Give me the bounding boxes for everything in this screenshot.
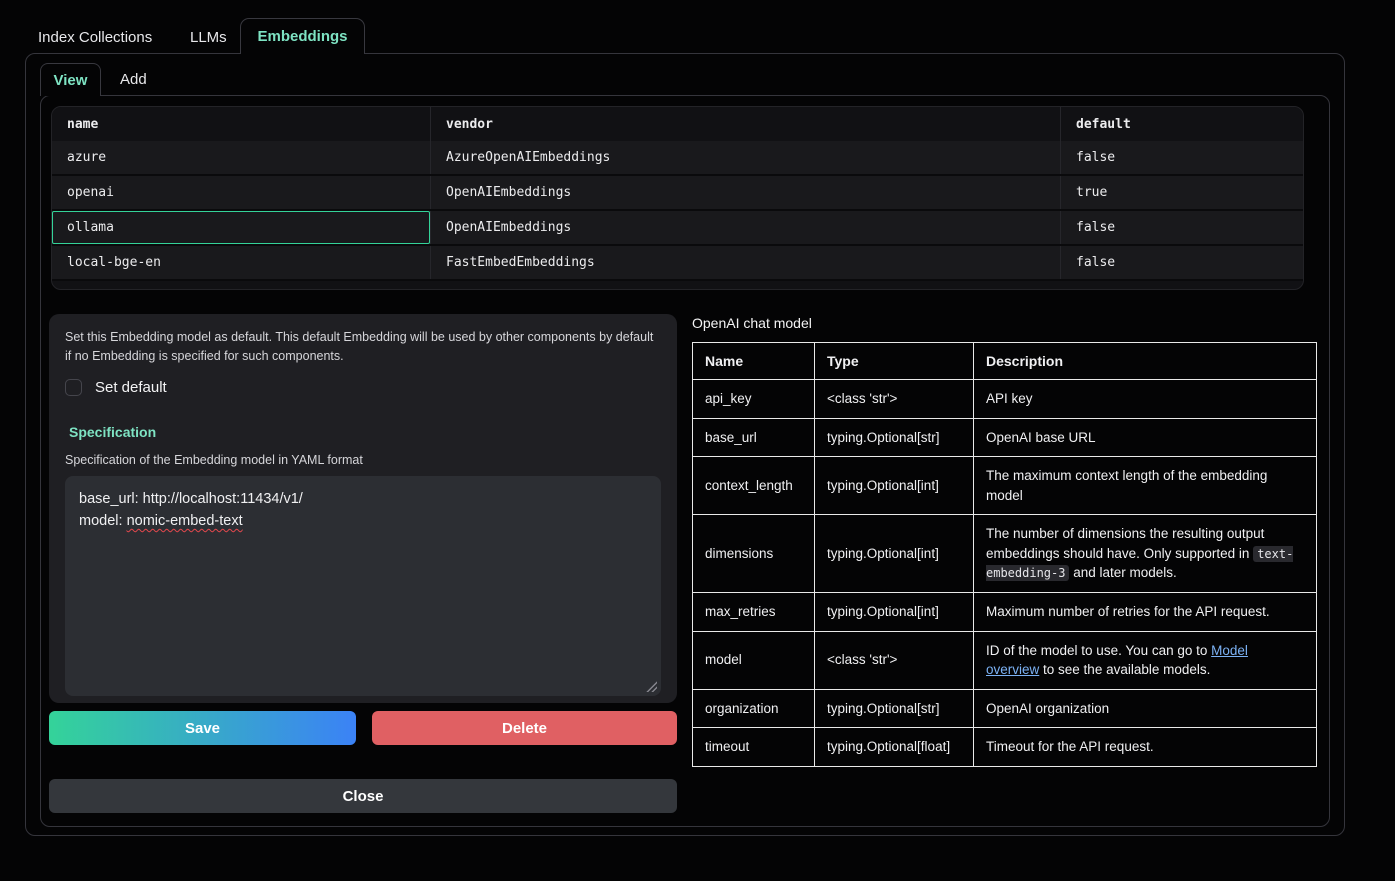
cell-default: false — [1060, 246, 1303, 279]
doc-table-container: NameTypeDescription api_key<class 'str'>… — [692, 342, 1317, 767]
doc-cell-description: ID of the model to use. You can go to Mo… — [974, 631, 1317, 689]
misspelled-word: nomic-embed-text — [127, 513, 243, 529]
subtab-view-label: View — [54, 72, 88, 89]
doc-panel-title: OpenAI chat model — [692, 315, 812, 331]
yaml-editor[interactable]: base_url: http://localhost:11434/v1/ mod… — [65, 476, 661, 696]
embeddings-settings-page: { "tabs": { "items": [ { "label": "Index… — [0, 0, 1395, 881]
doc-cell-type: typing.Optional[float] — [815, 728, 974, 767]
inline-code: text-embedding-3 — [986, 546, 1293, 582]
cell-vendor: OpenAIEmbeddings — [430, 176, 1060, 209]
column-header-default: default — [1060, 107, 1303, 141]
table-row-local-bge-en[interactable]: local-bge-enFastEmbedEmbeddingsfalse — [52, 246, 1303, 281]
doc-column-header-description: Description — [974, 343, 1317, 380]
doc-cell-type: typing.Optional[int] — [815, 457, 974, 515]
set-default-label: Set default — [95, 379, 167, 396]
doc-cell-description: Timeout for the API request. — [974, 728, 1317, 767]
doc-row-model: model<class 'str'>ID of the model to use… — [693, 631, 1317, 689]
embeddings-table-header-row: namevendordefault — [52, 107, 1303, 141]
specification-heading: Specification — [69, 424, 661, 440]
doc-cell-type: typing.Optional[int] — [815, 515, 974, 593]
doc-cell-description: OpenAI organization — [974, 689, 1317, 728]
set-default-checkbox[interactable] — [65, 379, 82, 396]
tab-embeddings-label: Embeddings — [257, 28, 347, 45]
doc-cell-name: context_length — [693, 457, 815, 515]
cell-default: false — [1060, 141, 1303, 174]
yaml-line-2: model: nomic-embed-text — [79, 510, 647, 532]
set-default-row[interactable]: Set default — [65, 379, 661, 396]
yaml-line-1: base_url: http://localhost:11434/v1/ — [79, 488, 647, 510]
doc-cell-name: base_url — [693, 418, 815, 457]
doc-cell-type: <class 'str'> — [815, 631, 974, 689]
doc-cell-description: The maximum context length of the embedd… — [974, 457, 1317, 515]
doc-row-organization: organizationtyping.Optional[str]OpenAI o… — [693, 689, 1317, 728]
cell-vendor: AzureOpenAIEmbeddings — [430, 141, 1060, 174]
specification-help-text: Specification of the Embedding model in … — [65, 453, 661, 467]
doc-cell-name: timeout — [693, 728, 815, 767]
doc-cell-name: model — [693, 631, 815, 689]
column-header-vendor: vendor — [430, 107, 1060, 141]
textarea-resize-handle[interactable] — [646, 681, 657, 692]
doc-cell-type: <class 'str'> — [815, 380, 974, 419]
set-default-description: Set this Embedding model as default. Thi… — [65, 328, 661, 367]
cell-name: local-bge-en — [52, 246, 430, 279]
doc-cell-name: organization — [693, 689, 815, 728]
doc-row-max_retries: max_retriestyping.Optional[int]Maximum n… — [693, 592, 1317, 631]
doc-row-timeout: timeouttyping.Optional[float]Timeout for… — [693, 728, 1317, 767]
doc-cell-description: Maximum number of retries for the API re… — [974, 592, 1317, 631]
doc-column-header-type: Type — [815, 343, 974, 380]
doc-cell-type: typing.Optional[str] — [815, 689, 974, 728]
cell-vendor: OpenAIEmbeddings — [430, 211, 1060, 244]
subtab-view[interactable]: View — [40, 63, 101, 96]
doc-row-api_key: api_key<class 'str'>API key — [693, 380, 1317, 419]
tab-index-collections[interactable]: Index Collections — [38, 29, 152, 46]
tab-llms[interactable]: LLMs — [190, 29, 227, 46]
doc-column-header-name: Name — [693, 343, 815, 380]
model-overview-link[interactable]: Model overview — [986, 643, 1248, 678]
doc-cell-description: OpenAI base URL — [974, 418, 1317, 457]
close-button[interactable]: Close — [49, 779, 677, 813]
delete-button[interactable]: Delete — [372, 711, 677, 745]
doc-cell-name: max_retries — [693, 592, 815, 631]
doc-cell-type: typing.Optional[int] — [815, 592, 974, 631]
table-row-openai[interactable]: openaiOpenAIEmbeddingstrue — [52, 176, 1303, 211]
table-row-azure[interactable]: azureAzureOpenAIEmbeddingsfalse — [52, 141, 1303, 176]
embedding-detail-card: Set this Embedding model as default. Thi… — [49, 314, 677, 703]
tab-embeddings[interactable]: Embeddings — [240, 18, 365, 54]
table-row-ollama[interactable]: ollamaOpenAIEmbeddingsfalse — [52, 211, 1303, 246]
doc-row-context_length: context_lengthtyping.Optional[int]The ma… — [693, 457, 1317, 515]
cell-name: ollama — [52, 211, 430, 244]
cell-default: false — [1060, 211, 1303, 244]
doc-cell-name: dimensions — [693, 515, 815, 593]
embeddings-table: namevendordefaultazureAzureOpenAIEmbeddi… — [51, 106, 1304, 290]
save-button[interactable]: Save — [49, 711, 356, 745]
cell-vendor: FastEmbedEmbeddings — [430, 246, 1060, 279]
doc-cell-description: The number of dimensions the resulting o… — [974, 515, 1317, 593]
column-header-name: name — [52, 107, 430, 141]
doc-row-base_url: base_urltyping.Optional[str]OpenAI base … — [693, 418, 1317, 457]
doc-cell-type: typing.Optional[str] — [815, 418, 974, 457]
doc-cell-name: api_key — [693, 380, 815, 419]
subtab-add[interactable]: Add — [120, 71, 147, 88]
cell-default: true — [1060, 176, 1303, 209]
doc-cell-description: API key — [974, 380, 1317, 419]
doc-table: NameTypeDescription api_key<class 'str'>… — [692, 342, 1317, 767]
cell-name: azure — [52, 141, 430, 174]
cell-name: openai — [52, 176, 430, 209]
doc-row-dimensions: dimensionstyping.Optional[int]The number… — [693, 515, 1317, 593]
view-panel: namevendordefaultazureAzureOpenAIEmbeddi… — [40, 95, 1330, 827]
